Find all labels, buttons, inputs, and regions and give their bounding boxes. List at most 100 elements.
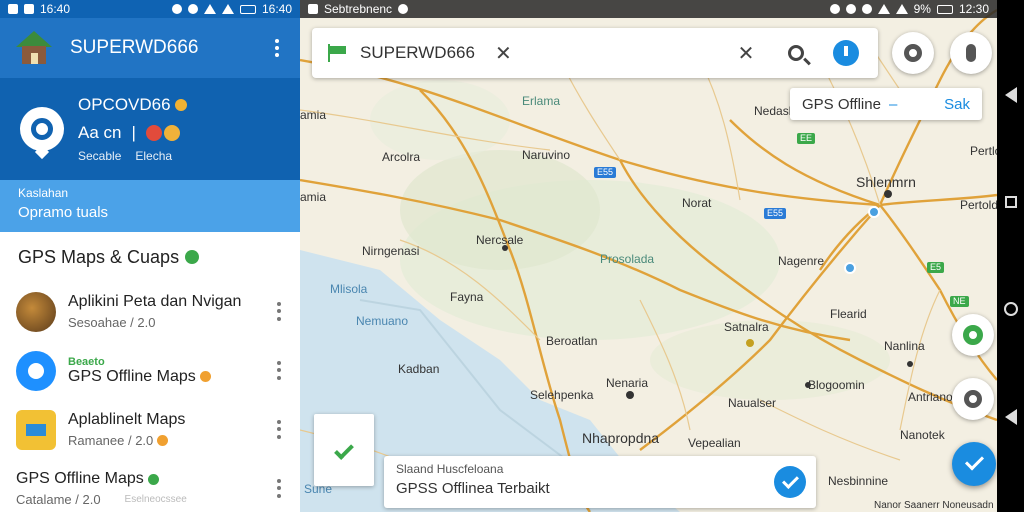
map-label: Nagenre bbox=[778, 254, 825, 268]
map-label: Nanotek bbox=[900, 428, 945, 442]
map-label: Nercsale bbox=[476, 233, 524, 247]
item-menu-button[interactable] bbox=[270, 419, 288, 441]
profile-name: OPCOVD66 bbox=[78, 95, 171, 114]
map-label: Erlama bbox=[522, 94, 561, 108]
map-label: Nhapropdna bbox=[582, 430, 660, 446]
settings-button[interactable] bbox=[892, 32, 934, 74]
app-notification-icon bbox=[24, 4, 34, 14]
coin-icon bbox=[199, 371, 211, 382]
map-label: Naualser bbox=[728, 396, 777, 410]
locate-icon bbox=[964, 390, 982, 408]
screen: 16:40 16:40 SUPERWD666 OPCOVD66 Aa cn | … bbox=[0, 0, 1024, 512]
bluetooth-icon bbox=[845, 4, 856, 14]
list-item-title: GPS Offline Maps bbox=[16, 470, 144, 487]
search-input[interactable]: SUPERWD666 bbox=[360, 43, 475, 63]
map-label: Pertlo bbox=[970, 144, 997, 158]
map-label: Shlenmrn bbox=[856, 174, 916, 190]
route-button[interactable]: ✕ bbox=[728, 35, 764, 71]
navigation-button[interactable] bbox=[828, 35, 864, 71]
offline-toast[interactable]: Slaand Huscfeloana GPSS Offlinea Terbaik… bbox=[384, 456, 816, 508]
road-shield: E5 bbox=[927, 262, 945, 273]
profile-sub-left: Secable bbox=[78, 149, 122, 163]
item-menu-button[interactable] bbox=[270, 360, 288, 382]
red-badge-icon bbox=[145, 125, 162, 141]
tools-icon[interactable]: ✕ bbox=[495, 41, 512, 66]
map-label: amia bbox=[300, 190, 327, 204]
list-item[interactable]: Beaeto GPS Offline Maps bbox=[0, 341, 300, 400]
map-search-bar[interactable]: SUPERWD666 ✕ ✕ bbox=[312, 28, 878, 78]
search-button[interactable] bbox=[778, 35, 814, 71]
list-item-sub: Ramanee / 2.0 bbox=[68, 433, 154, 448]
promo-big-text: Opramo tuals bbox=[18, 204, 109, 221]
map-view[interactable]: Sebtrebnenc 9% 12:30 Erlama amia Nedasla… bbox=[300, 0, 997, 512]
promo-small-text: Kaslahan bbox=[18, 186, 69, 200]
wifi-icon bbox=[203, 4, 216, 14]
map-label: Selehpenka bbox=[530, 388, 594, 402]
navigation-icon bbox=[833, 40, 859, 66]
promo-banner[interactable]: Kaslahan Opramo tuals bbox=[0, 180, 300, 232]
locate-button[interactable] bbox=[952, 378, 994, 420]
map-label: Norat bbox=[682, 196, 712, 210]
map-label: Satnalra bbox=[724, 320, 769, 334]
back-icon[interactable] bbox=[1004, 409, 1017, 426]
map-thumbnail-card[interactable] bbox=[314, 414, 374, 486]
layers-button[interactable] bbox=[952, 314, 994, 356]
map-label: Flearid bbox=[830, 307, 867, 321]
gear-icon bbox=[904, 44, 922, 62]
gps-offline-chip[interactable]: GPS Offline – Sak bbox=[790, 88, 982, 120]
battery-level: 9% bbox=[913, 2, 931, 16]
voice-button[interactable] bbox=[950, 32, 992, 74]
check-icon bbox=[334, 440, 354, 460]
map-label: Fayna bbox=[450, 290, 484, 304]
home-icon[interactable] bbox=[1003, 301, 1018, 316]
alarm-icon bbox=[187, 4, 198, 14]
notification-icon bbox=[308, 4, 318, 14]
map-label: Nesbinnine bbox=[828, 474, 889, 488]
system-nav-bar bbox=[997, 0, 1024, 512]
left-status-bar: 16:40 16:40 bbox=[0, 0, 300, 18]
signal-icon bbox=[895, 4, 908, 14]
back-icon[interactable] bbox=[1004, 86, 1017, 103]
brown-app-icon bbox=[16, 291, 56, 332]
location-icon bbox=[398, 4, 409, 14]
toast-confirm-button[interactable] bbox=[774, 466, 806, 498]
recents-icon[interactable] bbox=[1004, 196, 1017, 209]
status-time: 16:40 bbox=[40, 2, 71, 16]
toast-small-text: Slaand Huscfeloana bbox=[396, 462, 504, 476]
list-header: GPS Maps & Cuaps bbox=[0, 232, 300, 282]
map-label: Naruvino bbox=[522, 148, 571, 162]
road-shield: E55 bbox=[764, 208, 787, 219]
coin-icon bbox=[174, 99, 187, 111]
item-menu-button[interactable] bbox=[270, 301, 288, 323]
battery-icon bbox=[936, 4, 953, 14]
flag-icon bbox=[326, 44, 348, 62]
watermark-text: Eselneocssee bbox=[124, 494, 187, 505]
status-title: Sebtrebnenc bbox=[324, 2, 393, 16]
list-item-title: GPS Offline Maps bbox=[68, 367, 196, 385]
signal-icon bbox=[221, 4, 234, 14]
profile-header[interactable]: OPCOVD66 Aa cn | Secable Elecha bbox=[0, 78, 300, 180]
list-item-tag: Beaeto bbox=[68, 355, 105, 368]
app-logo-icon bbox=[14, 31, 54, 65]
chip-separator: – bbox=[888, 95, 898, 113]
list-item-title: Aplablinelt Maps bbox=[68, 411, 186, 428]
directions-fab[interactable] bbox=[952, 442, 996, 486]
road-shield: EE bbox=[797, 133, 816, 144]
chip-action[interactable]: Sak bbox=[944, 96, 970, 113]
list-item[interactable]: GPS Offline Maps Catalame / 2.0 Eselneoc… bbox=[0, 459, 300, 512]
list-item[interactable]: Aplikini Peta dan Nvigan Sesoahae / 2.0 bbox=[0, 282, 300, 341]
map-label: Arcolra bbox=[382, 150, 421, 164]
status-time: 12:30 bbox=[958, 2, 989, 16]
list-item-sub: Sesoahae / 2.0 bbox=[68, 315, 156, 330]
list-item[interactable]: Aplablinelt Maps Ramanee / 2.0 bbox=[0, 400, 300, 459]
map-label: Prosolada bbox=[600, 252, 655, 266]
wifi-icon bbox=[877, 4, 890, 14]
app-bar: SUPERWD666 bbox=[0, 18, 300, 78]
item-menu-button[interactable] bbox=[270, 478, 288, 500]
map-label: Blogoomin bbox=[808, 378, 865, 392]
map-label: Kadban bbox=[398, 362, 440, 376]
overflow-menu-button[interactable] bbox=[268, 37, 286, 59]
map-label: Nenaria bbox=[606, 376, 649, 390]
toast-big-text: GPSS Offlinea Terbaikt bbox=[396, 480, 550, 497]
map-label: Pertolde bbox=[960, 198, 997, 212]
